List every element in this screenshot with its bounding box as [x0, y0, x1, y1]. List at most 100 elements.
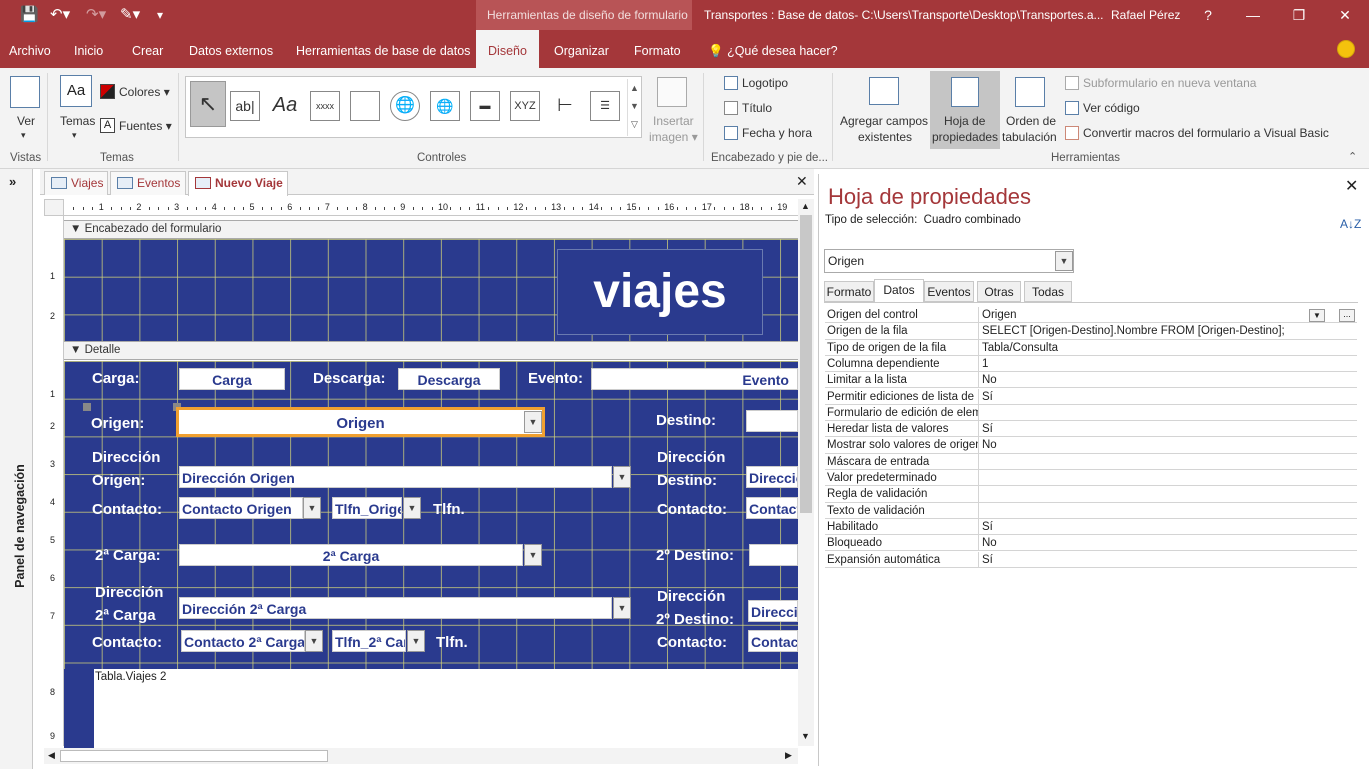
undo-icon[interactable]: ↶▾: [50, 5, 70, 23]
hoja-propiedades-line2[interactable]: propiedades: [932, 130, 998, 144]
form-title-label[interactable]: viajes: [557, 249, 763, 335]
prop-row[interactable]: Limitar a la lista No: [825, 372, 1357, 389]
hoja-propiedades-line1[interactable]: Hoja de: [944, 114, 985, 128]
prop-row[interactable]: Máscara de entrada: [825, 453, 1357, 470]
subform-window-button[interactable]: Subformulario en nueva ventana: [1083, 76, 1256, 90]
combo-tlfn-carga2-dropdown-icon[interactable]: ▼: [407, 630, 425, 652]
combo-dir-carga2-dropdown-icon[interactable]: ▼: [613, 597, 631, 619]
chevron-down-icon[interactable]: ▾: [72, 130, 77, 141]
user-name[interactable]: Rafael Pérez: [1111, 0, 1180, 30]
agregar-campos-line1[interactable]: Agregar campos: [840, 114, 928, 128]
orden-tab-line2[interactable]: tabulación: [1002, 130, 1057, 144]
detail-section-bar[interactable]: ▼ Detalle: [64, 341, 798, 360]
prop-row[interactable]: Valor predeterminado: [825, 470, 1357, 487]
convertir-macros-button[interactable]: Convertir macros del formulario a Visual…: [1083, 126, 1329, 140]
scroll-up-icon[interactable]: ▲: [801, 201, 810, 211]
format-painter-icon[interactable]: ✎▾: [120, 5, 140, 23]
insertar-imagen-line2[interactable]: imagen ▾: [649, 130, 698, 144]
label-destino2[interactable]: 2º Destino:: [656, 547, 734, 565]
combo-origen-selected[interactable]: Origen: [176, 407, 545, 437]
combo-carga2[interactable]: 2ª Carga: [179, 544, 523, 566]
navigation-pane[interactable]: » Panel de navegación: [0, 169, 33, 769]
colores-button[interactable]: Colores ▾: [119, 85, 170, 99]
prop-row[interactable]: Tipo de origen de la fila Tabla/Consulta: [825, 339, 1357, 356]
move-handle[interactable]: [83, 403, 91, 411]
save-icon[interactable]: 💾: [20, 5, 39, 23]
combo-dir-carga2[interactable]: Dirección 2ª Carga: [179, 597, 612, 619]
combo-dir-destino[interactable]: Direcció: [746, 466, 798, 488]
doctab-nuevo-viaje[interactable]: Nuevo Viaje: [188, 171, 288, 196]
prop-tab-todas[interactable]: Todas: [1024, 281, 1072, 302]
view-icon[interactable]: [10, 76, 40, 108]
combo-tlfn-origen[interactable]: Tlfn_Orige: [332, 497, 402, 519]
header-section-bar[interactable]: ▼ Encabezado del formulario: [64, 220, 798, 239]
subform-label[interactable]: Tabla.Viajes 2: [95, 671, 166, 683]
web-browser-control-icon[interactable]: 🌐: [430, 91, 460, 121]
label-tlfn-origen[interactable]: Tlfn.: [433, 501, 465, 519]
doctab-viajes[interactable]: Viajes: [44, 171, 108, 195]
horizontal-scrollbar[interactable]: ◀ ▶: [44, 748, 798, 764]
themes-icon[interactable]: Aa: [60, 75, 92, 107]
redo-icon[interactable]: ↷▾: [86, 5, 106, 23]
label-control-icon[interactable]: Aa: [270, 91, 300, 121]
restore-button[interactable]: ❐: [1276, 0, 1322, 30]
prop-row[interactable]: Habilitado Sí: [825, 518, 1357, 536]
ver-button[interactable]: Ver: [17, 114, 35, 128]
colors-icon[interactable]: [100, 84, 115, 99]
tab-herramientas-bd[interactable]: Herramientas de base de datos: [296, 30, 470, 68]
label-destino[interactable]: Destino:: [656, 412, 716, 430]
help-button[interactable]: ?: [1185, 0, 1231, 30]
doctab-eventos[interactable]: Eventos: [110, 171, 186, 195]
select-pointer-icon[interactable]: ↖: [190, 81, 226, 127]
gallery-scroll[interactable]: ▲ ▼ ▽: [627, 79, 641, 136]
tab-datos-externos[interactable]: Datos externos: [189, 30, 273, 68]
tab-diseno[interactable]: Diseño: [476, 30, 539, 68]
combo-dir-origen-dropdown-icon[interactable]: ▼: [613, 466, 631, 488]
property-sheet-icon[interactable]: [951, 77, 979, 107]
combo-contacto-carga2[interactable]: Contacto 2ª Carga: [181, 630, 305, 652]
prop-tab-eventos[interactable]: Eventos: [924, 281, 974, 302]
customize-qat-icon[interactable]: ▾: [157, 8, 163, 22]
control-source-dropdown-icon[interactable]: ▼: [1309, 309, 1325, 322]
tab-inicio[interactable]: Inicio: [74, 30, 103, 68]
combo-contacto-origen-dropdown-icon[interactable]: ▼: [303, 497, 321, 519]
selection-dropdown-icon[interactable]: ▼: [1055, 251, 1073, 271]
label-carga[interactable]: Carga:: [92, 370, 140, 388]
tab-archivo[interactable]: Archivo: [9, 30, 51, 68]
expand-nav-icon[interactable]: »: [9, 174, 16, 189]
combo-tlfn-carga2[interactable]: Tlfn_2ª Car: [332, 630, 406, 652]
title-icon[interactable]: [724, 101, 738, 115]
prop-row[interactable]: Permitir ediciones de lista de Sí: [825, 388, 1357, 405]
label-dir-destino2-1[interactable]: Dirección: [657, 588, 725, 606]
navigation-control-icon[interactable]: ▬: [470, 91, 500, 121]
combobox-control-icon[interactable]: ☰: [590, 91, 620, 121]
tab-formato[interactable]: Formato: [634, 30, 681, 68]
prop-row[interactable]: Expansión automática Sí: [825, 551, 1357, 568]
date-time-icon[interactable]: [724, 126, 738, 140]
minimize-button[interactable]: —: [1230, 0, 1276, 30]
orden-tab-line1[interactable]: Orden de: [1006, 114, 1056, 128]
combo-carga2-dropdown-icon[interactable]: ▼: [524, 544, 542, 566]
close-property-sheet-icon[interactable]: ✕: [1345, 176, 1358, 196]
tab-control-icon[interactable]: [350, 91, 380, 121]
prop-row[interactable]: Origen de la fila SELECT [Origen-Destino]…: [825, 323, 1357, 340]
label-dir-destino-1[interactable]: Dirección: [657, 449, 725, 467]
ver-codigo-button[interactable]: Ver código: [1083, 101, 1140, 115]
combo-destino[interactable]: [746, 410, 798, 432]
tab-crear[interactable]: Crear: [132, 30, 163, 68]
feedback-smiley-icon[interactable]: [1337, 40, 1355, 58]
combo-dir-origen[interactable]: Dirección Origen: [179, 466, 612, 488]
fuentes-button[interactable]: Fuentes ▾: [119, 119, 172, 133]
horizontal-scroll-thumb[interactable]: [60, 750, 328, 762]
logotipo-button[interactable]: Logotipo: [742, 76, 788, 90]
textbox-control-icon[interactable]: ab|: [230, 91, 260, 121]
prop-row[interactable]: Heredar lista de valores Sí: [825, 421, 1357, 438]
combo-dir-destino2[interactable]: Direcci: [748, 600, 798, 622]
field-carga[interactable]: Carga: [179, 368, 285, 390]
form-selector[interactable]: [44, 199, 64, 216]
close-doc-icon[interactable]: ✕: [796, 173, 808, 190]
sort-az-icon[interactable]: A↓Z: [1340, 217, 1361, 231]
label-evento[interactable]: Evento:: [528, 370, 583, 388]
titulo-button[interactable]: Título: [742, 101, 772, 115]
fonts-icon[interactable]: A: [100, 118, 115, 133]
